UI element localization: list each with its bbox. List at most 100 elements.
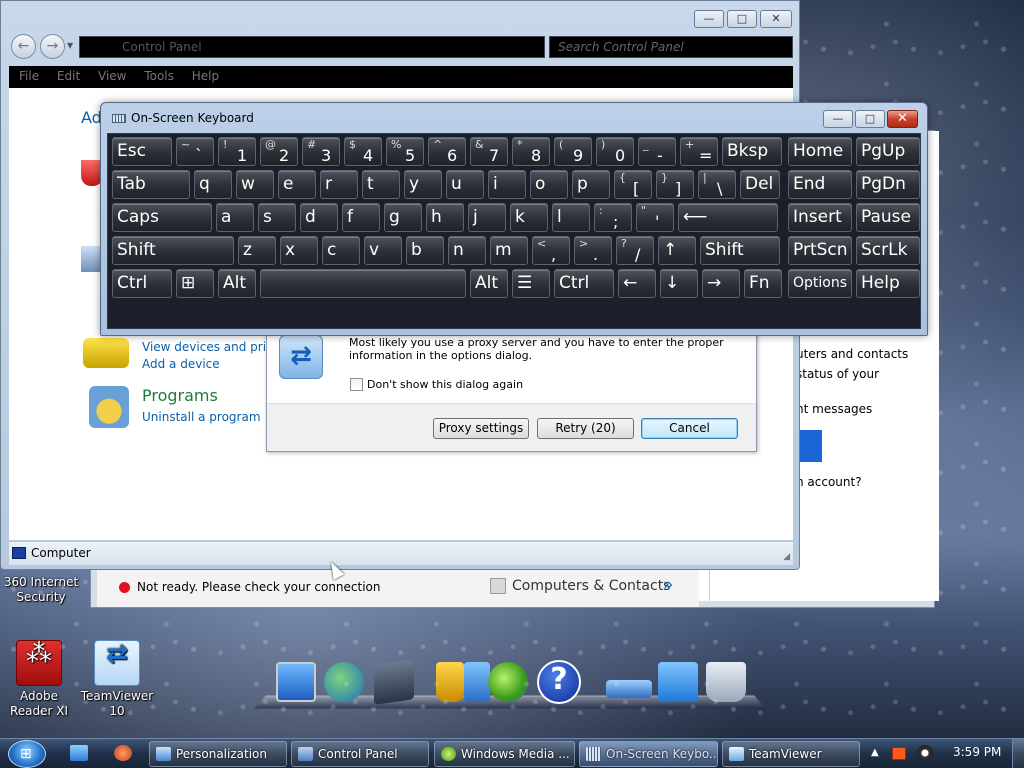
key-symbol[interactable]: " ' xyxy=(636,203,674,232)
key-caps[interactable]: Caps xyxy=(112,203,212,232)
key-symbol[interactable]: ↓ xyxy=(660,269,698,298)
computers-contacts-link[interactable]: Computers & Contacts xyxy=(512,578,670,594)
key-m[interactable]: m xyxy=(490,236,528,265)
key-f[interactable]: f xyxy=(342,203,380,232)
task-windows-media[interactable]: Windows Media ... xyxy=(434,741,575,767)
key-space[interactable] xyxy=(260,269,466,298)
monitor-icon[interactable] xyxy=(276,662,316,702)
network-globe-icon[interactable] xyxy=(324,662,364,702)
key-alt[interactable]: Alt xyxy=(470,269,508,298)
key-pause[interactable]: Pause xyxy=(856,203,920,232)
key-i[interactable]: i xyxy=(488,170,526,199)
task-teamviewer[interactable]: TeamViewer xyxy=(722,741,860,767)
menu-help[interactable]: Help xyxy=(192,69,219,83)
key-h[interactable]: h xyxy=(426,203,464,232)
help-icon[interactable]: ? xyxy=(537,660,581,704)
key-l[interactable]: l xyxy=(552,203,590,232)
key-shift[interactable]: Shift xyxy=(700,236,780,265)
menu-tools[interactable]: Tools xyxy=(144,69,174,83)
key-o[interactable]: o xyxy=(530,170,568,199)
menu-view[interactable]: View xyxy=(98,69,126,83)
key-5[interactable]: % 5 xyxy=(386,137,424,166)
minimize-button[interactable]: — xyxy=(694,10,724,28)
key-symbol[interactable]: >. xyxy=(574,236,612,265)
search-input[interactable]: Search Control Panel xyxy=(549,36,793,58)
osk-close-button[interactable]: ✕ xyxy=(887,110,918,128)
key-symbol[interactable]: ⟵ xyxy=(678,203,778,232)
menu-file[interactable]: File xyxy=(19,69,39,83)
key-p[interactable]: p xyxy=(572,170,610,199)
key-insert[interactable]: Insert xyxy=(788,203,852,232)
key-symbol[interactable]: ↑ xyxy=(658,236,696,265)
address-bar[interactable]: Control Panel xyxy=(79,36,545,58)
key-tab[interactable]: Tab xyxy=(112,170,190,199)
key-9[interactable]: (9 xyxy=(554,137,592,166)
key-8[interactable]: * 8 xyxy=(512,137,550,166)
key-options[interactable]: Options xyxy=(788,269,852,298)
key-symbol[interactable]: ☰ xyxy=(512,269,550,298)
key-pgdn[interactable]: PgDn xyxy=(856,170,920,199)
key-symbol[interactable]: ⊞ xyxy=(176,269,214,298)
retry-button[interactable]: Retry (20) xyxy=(537,418,634,439)
key-pgup[interactable]: PgUp xyxy=(856,137,920,166)
key-n[interactable]: n xyxy=(448,236,486,265)
key-d[interactable]: d xyxy=(300,203,338,232)
tray-app-icon[interactable] xyxy=(892,747,906,760)
show-desktop-button[interactable] xyxy=(1012,739,1024,768)
key-w[interactable]: w xyxy=(236,170,274,199)
cancel-button[interactable]: Cancel xyxy=(641,418,738,439)
key-symbol[interactable]: :; xyxy=(594,203,632,232)
key-del[interactable]: Del xyxy=(740,170,780,199)
key-x[interactable]: x xyxy=(280,236,318,265)
proxy-settings-button[interactable]: Proxy settings xyxy=(433,418,529,439)
key-symbol[interactable]: {[ xyxy=(614,170,652,199)
key-2[interactable]: @2 xyxy=(260,137,298,166)
desktop-icon-adobe-reader[interactable]: Adobe Reader XI xyxy=(0,640,78,719)
key-z[interactable]: z xyxy=(238,236,276,265)
media-player-quick-icon[interactable] xyxy=(114,745,132,761)
maximize-button[interactable]: □ xyxy=(727,10,757,28)
key-fn[interactable]: Fn xyxy=(744,269,782,298)
task-control-panel[interactable]: Control Panel xyxy=(291,741,429,767)
desktop-icon-teamviewer[interactable]: TeamViewer 10 xyxy=(76,640,158,719)
key-end[interactable]: End xyxy=(788,170,852,199)
key-symbol[interactable]: ~ ` xyxy=(176,137,214,166)
close-button[interactable]: ✕ xyxy=(760,10,792,28)
tray-expand-icon[interactable]: ▲ xyxy=(871,747,879,758)
chevron-down-icon[interactable]: ▼ xyxy=(67,41,73,50)
recycle-bin-icon[interactable] xyxy=(706,662,746,702)
key-ctrl[interactable]: Ctrl xyxy=(112,269,172,298)
key-7[interactable]: & 7 xyxy=(470,137,508,166)
key-symbol[interactable]: + = xyxy=(680,137,718,166)
key-symbol[interactable]: → xyxy=(702,269,740,298)
key-u[interactable]: u xyxy=(446,170,484,199)
key-c[interactable]: c xyxy=(322,236,360,265)
key-ctrl[interactable]: Ctrl xyxy=(554,269,614,298)
key-a[interactable]: a xyxy=(216,203,254,232)
key-scrlk[interactable]: ScrLk xyxy=(856,236,920,265)
key-symbol[interactable]: <, xyxy=(532,236,570,265)
key-6[interactable]: ^ 6 xyxy=(428,137,466,166)
programs-heading[interactable]: Programs xyxy=(142,386,218,405)
media-player-icon[interactable] xyxy=(488,662,528,702)
desktop-icon-360-security[interactable]: 360 Internet Security xyxy=(0,575,82,605)
key-3[interactable]: #3 xyxy=(302,137,340,166)
key-0[interactable]: ) 0 xyxy=(596,137,634,166)
key-symbol[interactable]: _ - xyxy=(638,137,676,166)
key-alt[interactable]: Alt xyxy=(218,269,256,298)
task-on-screen-keyboard[interactable]: On-Screen Keybo... xyxy=(579,741,718,767)
osk-minimize-button[interactable]: — xyxy=(823,110,853,128)
key-1[interactable]: ! 1 xyxy=(218,137,256,166)
back-button[interactable]: ← xyxy=(11,34,36,59)
folder-icon[interactable] xyxy=(658,662,698,702)
forward-button[interactable]: → xyxy=(40,34,65,59)
chevron-right-icon[interactable]: » xyxy=(663,575,673,595)
key-s[interactable]: s xyxy=(258,203,296,232)
key-esc[interactable]: Esc xyxy=(112,137,172,166)
drive-icon[interactable] xyxy=(606,680,652,698)
key-y[interactable]: y xyxy=(404,170,442,199)
key-4[interactable]: $4 xyxy=(344,137,382,166)
osk-maximize-button[interactable]: □ xyxy=(855,110,885,128)
document-icon[interactable] xyxy=(374,659,414,705)
key-symbol[interactable]: | \ xyxy=(698,170,736,199)
